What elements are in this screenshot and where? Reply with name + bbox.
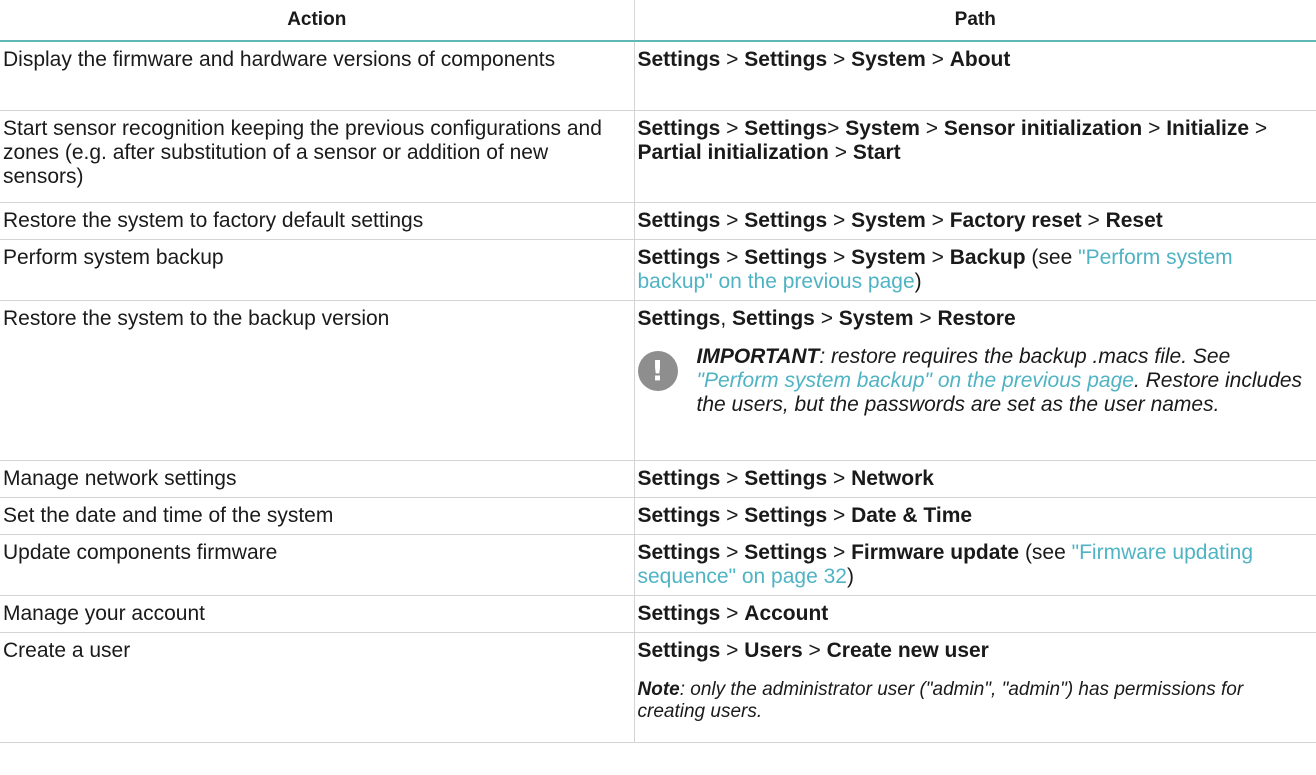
path-step: System: [851, 208, 926, 232]
path-cell: Settings > Settings > System > Factory r…: [634, 202, 1316, 240]
path-step: Settings: [744, 48, 828, 71]
table-row: Restore the system to factory default se…: [0, 202, 1316, 240]
path-step: System: [851, 48, 926, 71]
path-cell: Settings > Settings > Firmware update (s…: [634, 534, 1316, 596]
path-step: Settings: [637, 601, 721, 625]
path-cell: Settings > Settings > System > About: [634, 41, 1316, 111]
path-step: Settings: [744, 116, 828, 140]
path-cell: Settings > Settings > System > Backup (s…: [634, 239, 1316, 301]
path-step: Settings: [637, 116, 721, 140]
path-step: Account: [744, 601, 829, 625]
path-step: Factory reset: [949, 208, 1082, 232]
action-cell: Manage network settings: [0, 460, 635, 498]
note-text: Note: only the administrator user ("admi…: [637, 678, 1244, 722]
path-step: Settings: [744, 208, 828, 232]
action-cell: Perform system backup: [0, 239, 635, 301]
path-step: Users: [744, 638, 803, 662]
path-step: Restore: [937, 306, 1016, 330]
important-text: IMPORTANT: restore requires the backup .…: [696, 344, 1303, 416]
path-step: Settings: [637, 638, 721, 662]
backup-link[interactable]: "Perform system backup" on the previous …: [638, 246, 1233, 293]
action-cell: Restore the system to factory default se…: [0, 202, 635, 240]
table-row: Update components firmware Settings > Se…: [0, 534, 1316, 596]
table-header-row: Action Path: [0, 0, 1316, 42]
path-step: Settings: [732, 306, 815, 330]
path-step: Initialize: [1166, 116, 1250, 140]
column-header-path: Path: [634, 0, 1316, 42]
path-cell: Settings > Settings > Date & Time: [634, 497, 1316, 535]
path-step: Settings: [637, 48, 721, 71]
action-cell: Manage your account: [0, 595, 635, 633]
table-row: Set the date and time of the system Sett…: [0, 497, 1316, 535]
path-step: Create new user: [826, 638, 989, 662]
path-step: Firmware update: [851, 540, 1020, 564]
path-step: Date & Time: [851, 503, 973, 527]
path-step: Backup: [949, 245, 1026, 269]
exclamation-circle-icon: !: [637, 350, 678, 391]
table-row: Manage your account Settings > Account: [0, 595, 1316, 633]
action-cell: Set the date and time of the system: [0, 497, 635, 535]
action-cell: Restore the system to the backup version: [0, 300, 635, 461]
important-callout: ! IMPORTANT: restore requires the backup…: [637, 344, 1313, 417]
path-step: Start: [852, 140, 901, 164]
path-step: Settings: [637, 540, 721, 564]
path-cell: Settings, Settings > System > Restore ! …: [634, 300, 1316, 461]
path-step: Settings: [637, 466, 721, 490]
settings-paths-table: Action Path Display the firmware and har…: [0, 0, 1316, 743]
path-step: Settings: [744, 466, 828, 490]
path-step: Settings: [744, 245, 828, 269]
path-step: Settings: [744, 540, 828, 564]
path-step: Sensor initialization: [943, 116, 1143, 140]
table-row: Manage network settings Settings > Setti…: [0, 460, 1316, 498]
path-step: Settings: [637, 208, 721, 232]
path-step: System: [838, 306, 914, 330]
path-step: System: [851, 245, 926, 269]
path-cell: Settings > Users > Create new user Note:…: [634, 632, 1316, 743]
table-row: Create a user Settings > Users > Create …: [0, 632, 1316, 743]
table-row: Restore the system to the backup version…: [0, 300, 1316, 461]
path-step: Partial initialization: [637, 140, 829, 164]
action-cell: Create a user: [0, 632, 635, 743]
path-step: Network: [851, 466, 934, 490]
path-cell: Settings > Settings> System > Sensor ini…: [634, 110, 1316, 203]
path-step: Settings: [637, 245, 721, 269]
path-step: Settings: [637, 306, 721, 330]
table-row: Start sensor recognition keeping the pre…: [0, 110, 1316, 203]
table-row: Display the firmware and hardware versio…: [0, 41, 1316, 111]
path-step: Settings: [744, 503, 828, 527]
table-row: Perform system backup Settings > Setting…: [0, 239, 1316, 301]
backup-link[interactable]: "Perform system backup" on the previous …: [697, 369, 1134, 392]
column-header-action: Action: [0, 0, 635, 42]
path-cell: Settings > Settings > Network: [634, 460, 1316, 498]
action-cell: Update components firmware: [0, 534, 635, 596]
action-cell: Display the firmware and hardware versio…: [0, 41, 635, 111]
action-cell: Start sensor recognition keeping the pre…: [0, 110, 635, 203]
path-step: Reset: [1105, 208, 1163, 232]
path-step: About: [949, 48, 1011, 71]
path-step: System: [845, 116, 920, 140]
path-cell: Settings > Account: [634, 595, 1316, 633]
path-step: Settings: [637, 503, 721, 527]
